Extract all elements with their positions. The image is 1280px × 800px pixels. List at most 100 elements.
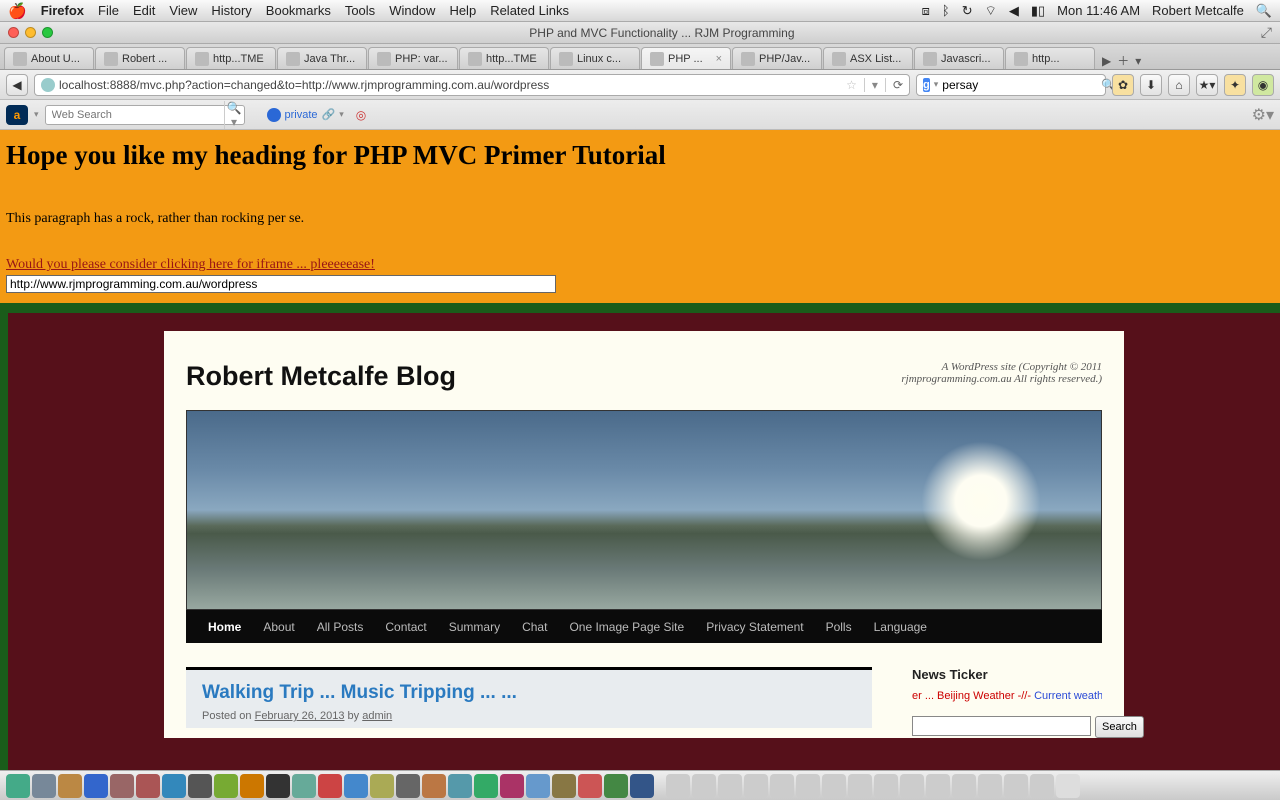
dock-app-icon[interactable]	[396, 774, 420, 798]
dock-app-icon[interactable]	[422, 774, 446, 798]
menu-view[interactable]: View	[169, 3, 197, 18]
dock-folder-icon[interactable]	[770, 774, 794, 798]
dock-app-icon[interactable]	[578, 774, 602, 798]
menu-window[interactable]: Window	[389, 3, 435, 18]
dock-app-icon[interactable]	[58, 774, 82, 798]
search-bar[interactable]: g ▾ 🔍	[916, 74, 1106, 96]
dock-app-icon[interactable]	[526, 774, 550, 798]
post-title[interactable]: Walking Trip ... Music Tripping ... ...	[202, 682, 856, 704]
blog-nav-about[interactable]: About	[263, 620, 294, 634]
dock-folder-icon[interactable]	[926, 774, 950, 798]
download-icon[interactable]: ⬇	[1140, 74, 1162, 96]
blog-search-input[interactable]	[912, 716, 1091, 736]
tab[interactable]: Robert ...	[95, 47, 185, 69]
dock-app-icon[interactable]	[318, 774, 342, 798]
tab[interactable]: Linux c...	[550, 47, 640, 69]
dock-app-icon[interactable]	[604, 774, 628, 798]
app-name[interactable]: Firefox	[41, 3, 84, 18]
menu-help[interactable]: Help	[449, 3, 476, 18]
new-tab-icon[interactable]: ＋	[1117, 52, 1129, 69]
dropbox-icon[interactable]: ⧈	[922, 3, 930, 19]
bookmarks-icon[interactable]: ★▾	[1196, 74, 1218, 96]
tab[interactable]: PHP: var...	[368, 47, 458, 69]
menu-tools[interactable]: Tools	[345, 3, 375, 18]
bluetooth-icon[interactable]: ᛒ	[942, 3, 950, 18]
spotlight-icon[interactable]: 🔍	[1256, 3, 1272, 19]
dock-app-icon[interactable]	[188, 774, 212, 798]
blog-search-button[interactable]: Search	[1095, 716, 1144, 738]
dock-app-icon[interactable]	[6, 774, 30, 798]
fullscreen-icon[interactable]: ⤢	[1261, 24, 1272, 41]
tab-active[interactable]: PHP ...×	[641, 47, 731, 69]
dock-folder-icon[interactable]	[796, 774, 820, 798]
dock-app-icon[interactable]	[32, 774, 56, 798]
web-search-input[interactable]	[46, 109, 224, 121]
battery-icon[interactable]: ▮▯	[1031, 3, 1045, 19]
dock-folder-icon[interactable]	[744, 774, 768, 798]
private-dropdown-icon[interactable]: ▾	[339, 109, 344, 120]
dock-app-icon[interactable]	[552, 774, 576, 798]
dock-app-icon[interactable]	[630, 774, 654, 798]
menu-history[interactable]: History	[211, 3, 251, 18]
dock-folder-icon[interactable]	[822, 774, 846, 798]
post-author[interactable]: admin	[362, 710, 392, 722]
dock-app-icon[interactable]	[110, 774, 134, 798]
toolbar-button-1[interactable]: ✿	[1112, 74, 1134, 96]
volume-icon[interactable]: ◀	[1009, 3, 1019, 19]
amazon-icon[interactable]: a	[6, 105, 28, 125]
tab[interactable]: http...TME	[459, 47, 549, 69]
blog-nav-oneimage[interactable]: One Image Page Site	[569, 620, 684, 634]
web-search-box[interactable]: 🔍▾	[45, 105, 245, 125]
dock-folder-icon[interactable]	[1030, 774, 1054, 798]
url-input[interactable]	[59, 78, 842, 92]
blog-nav-chat[interactable]: Chat	[522, 620, 547, 634]
dock-app-icon[interactable]	[448, 774, 472, 798]
back-button[interactable]: ◀	[6, 74, 28, 96]
home-icon[interactable]: ⌂	[1168, 74, 1190, 96]
dock-app-icon[interactable]	[162, 774, 186, 798]
search-dropdown-icon[interactable]: ▾	[934, 79, 939, 90]
dock-trash-icon[interactable]	[1056, 774, 1080, 798]
menu-bookmarks[interactable]: Bookmarks	[266, 3, 331, 18]
tab-scroll-right-icon[interactable]: ▶	[1102, 54, 1111, 68]
reload-icon[interactable]: ⟳	[893, 78, 903, 92]
close-window-button[interactable]	[8, 27, 19, 38]
dock-app-icon[interactable]	[474, 774, 498, 798]
user-menu[interactable]: Robert Metcalfe	[1152, 3, 1244, 18]
dock-app-icon[interactable]	[136, 774, 160, 798]
dropdown-icon[interactable]: ▾	[872, 78, 878, 92]
web-search-dropdown-icon[interactable]: 🔍▾	[224, 101, 244, 129]
dock-app-icon[interactable]	[292, 774, 316, 798]
dock-app-icon[interactable]	[84, 774, 108, 798]
menu-edit[interactable]: Edit	[133, 3, 155, 18]
blog-nav-language[interactable]: Language	[874, 620, 927, 634]
dock-folder-icon[interactable]	[848, 774, 872, 798]
private-mode-button[interactable]: private 🔗 ▾	[267, 108, 344, 122]
tab[interactable]: http...	[1005, 47, 1095, 69]
tab[interactable]: PHP/Jav...	[732, 47, 822, 69]
post-date[interactable]: February 26, 2013	[255, 710, 345, 722]
blog-nav-allposts[interactable]: All Posts	[317, 620, 364, 634]
tab[interactable]: Java Thr...	[277, 47, 367, 69]
site-identity-icon[interactable]	[41, 78, 55, 92]
menu-related-links[interactable]: Related Links	[490, 3, 569, 18]
dock-folder-icon[interactable]	[1004, 774, 1028, 798]
toolbar-button-3[interactable]: ◉	[1252, 74, 1274, 96]
close-tab-icon[interactable]: ×	[716, 53, 722, 65]
dock-app-icon[interactable]	[344, 774, 368, 798]
dock-app-icon[interactable]	[370, 774, 394, 798]
url-bar[interactable]: ☆ ▾ ⟳	[34, 74, 910, 96]
dock-folder-icon[interactable]	[952, 774, 976, 798]
dock-app-icon[interactable]	[214, 774, 238, 798]
wifi-icon[interactable]: ⌔	[985, 3, 997, 19]
iframe-link[interactable]: Would you please consider clicking here …	[6, 257, 375, 272]
tab[interactable]: http...TME	[186, 47, 276, 69]
dock-app-icon[interactable]	[500, 774, 524, 798]
dock-folder-icon[interactable]	[978, 774, 1002, 798]
toolbar-button-2[interactable]: ✦	[1224, 74, 1246, 96]
iframe-url-input[interactable]	[6, 275, 556, 293]
amazon-dropdown-icon[interactable]: ▾	[34, 109, 39, 120]
minimize-window-button[interactable]	[25, 27, 36, 38]
menu-file[interactable]: File	[98, 3, 119, 18]
blog-nav-contact[interactable]: Contact	[385, 620, 426, 634]
